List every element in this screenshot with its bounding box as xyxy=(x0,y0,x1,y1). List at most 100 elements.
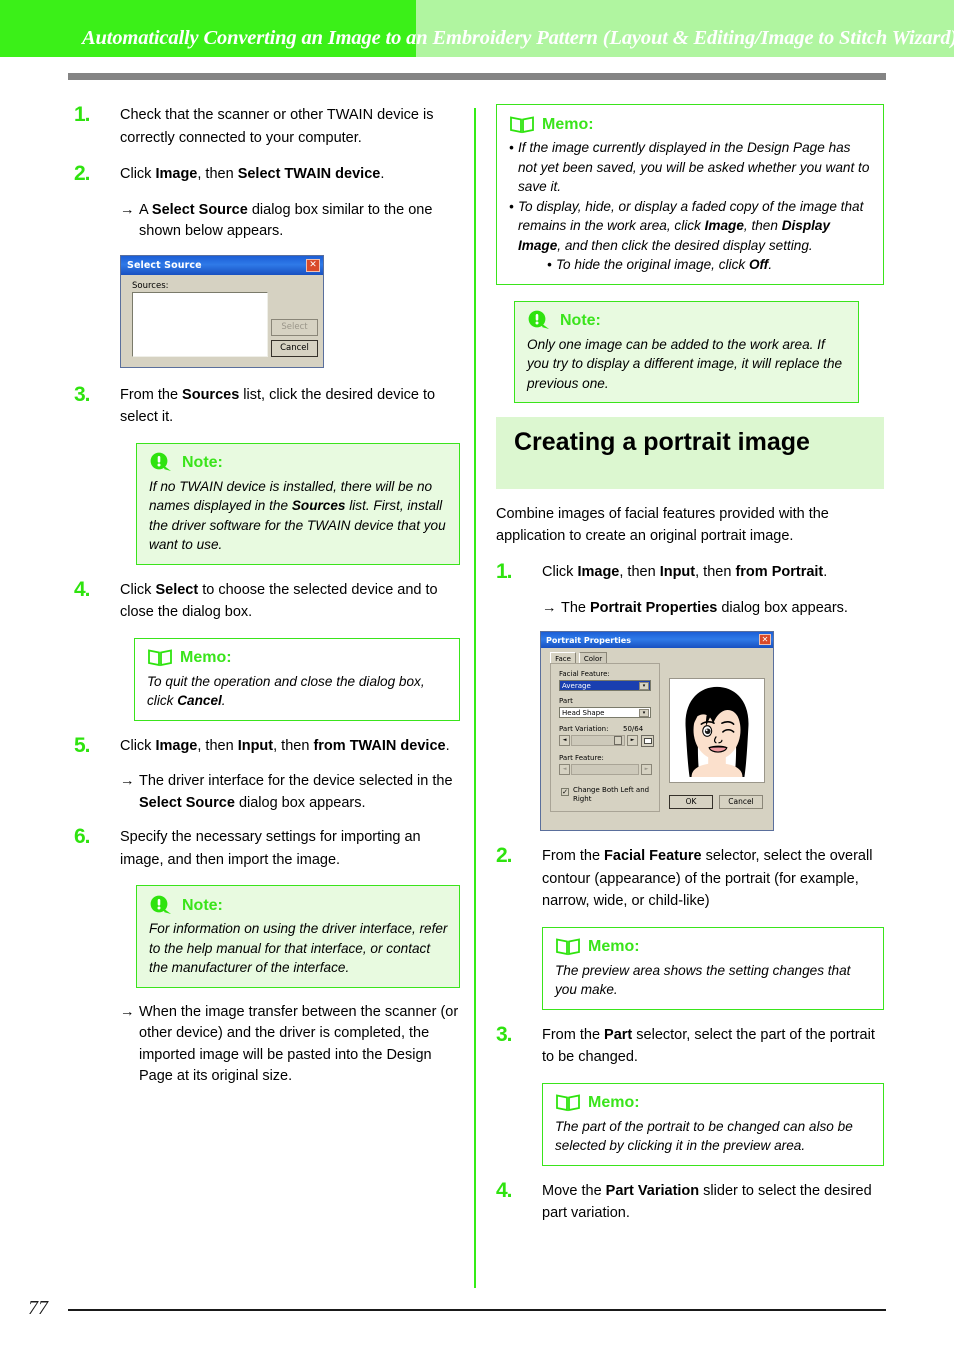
part-feature-right-arrow-icon[interactable]: ► xyxy=(641,764,652,775)
memo-callout-display-image: Memo: • If the image currently displayed… xyxy=(496,104,884,285)
memo-book-icon xyxy=(556,938,580,956)
memo-label: Memo: xyxy=(588,1094,640,1111)
memo-callout-cancel: Memo: To quit the operation and close th… xyxy=(134,637,460,721)
step-2: 2. Click Image, then Select TWAIN device… xyxy=(74,163,460,186)
portrait-step-2-text: From the Facial Feature selector, select… xyxy=(542,848,873,909)
step-2-number: 2. xyxy=(74,162,91,185)
note-label: Note: xyxy=(182,896,223,914)
facial-feature-label: Facial Feature: xyxy=(559,670,610,678)
slider-left-arrow-icon[interactable]: ◄ xyxy=(559,735,570,746)
step-2-text: Click Image, then Select TWAIN device. xyxy=(120,166,385,182)
portrait-titlebar: Portrait Properties xyxy=(541,632,773,648)
slider-track[interactable] xyxy=(571,735,625,746)
note-callout-driver: Note: For information on using the drive… xyxy=(136,885,460,988)
change-both-checkbox-label: Change Both Left and Right xyxy=(573,786,650,803)
part-variation-value: 50/64 xyxy=(623,725,644,733)
step-1: 1. Check that the scanner or other TWAIN… xyxy=(74,104,460,149)
cancel-button[interactable]: Cancel xyxy=(271,339,318,357)
portrait-step-3-text: From the Part selector, select the part … xyxy=(542,1026,875,1066)
part-feature-track xyxy=(571,764,639,775)
arrow-icon: → xyxy=(120,201,135,218)
memo-header: Memo: xyxy=(555,1092,873,1114)
portrait-face-panel: Facial Feature: Average ▾ Part Head Shap… xyxy=(550,663,660,812)
memo-bullet-1-text: If the image currently displayed in the … xyxy=(518,140,870,194)
step-6: 6. Specify the necessary settings for im… xyxy=(74,826,460,871)
memo-book-icon xyxy=(556,1094,580,1112)
slider-thumb[interactable] xyxy=(614,736,622,745)
part-value: Head Shape xyxy=(562,709,605,717)
section-heading-block: Creating a portrait image xyxy=(496,417,884,489)
part-feature-slider[interactable]: ◄ ► xyxy=(559,764,653,775)
portrait-step-1: 1. Click Image, then Input, then from Po… xyxy=(496,561,884,584)
step-1-number: 1. xyxy=(74,103,91,126)
section-heading: Creating a portrait image xyxy=(514,428,810,456)
left-column: 1. Check that the scanner or other TWAIN… xyxy=(74,104,460,1100)
memo-book-icon xyxy=(148,649,172,667)
part-select[interactable]: Head Shape ▾ xyxy=(559,707,651,718)
bullet-icon: • xyxy=(547,257,552,272)
portrait-preview-area[interactable] xyxy=(669,678,765,783)
memo-book-icon xyxy=(510,115,534,133)
page-number: 77 xyxy=(28,1297,48,1319)
portrait-step-1-result: → The Portrait Properties dialog box app… xyxy=(542,598,884,620)
part-variation-label: Part Variation: xyxy=(559,725,609,733)
sources-label: Sources: xyxy=(132,280,169,291)
sources-listbox[interactable] xyxy=(132,291,268,357)
portrait-step-2-number: 2. xyxy=(496,844,513,867)
chevron-down-icon[interactable]: ▾ xyxy=(639,709,649,717)
memo-body: The part of the portrait to be changed c… xyxy=(555,1118,853,1154)
note-bubble-icon xyxy=(150,452,171,471)
portrait-properties-dialog: Portrait Properties ✕ Face Color Facial … xyxy=(540,631,774,831)
step-1-text: Check that the scanner or other TWAIN de… xyxy=(120,107,434,146)
step-4: 4. Click Select to choose the selected d… xyxy=(74,578,460,624)
step-5-result-text: The driver interface for the device sele… xyxy=(139,773,453,811)
bullet-icon: • xyxy=(509,140,514,155)
step-5: 5. Click Image, then Input, then from TW… xyxy=(74,734,460,758)
note-header: Note: xyxy=(527,310,848,332)
section-intro: Combine images of facial features provid… xyxy=(496,506,829,544)
footer-rule xyxy=(68,1309,886,1311)
slider-right-arrow-icon[interactable]: ► xyxy=(627,735,638,746)
portrait-step-3: 3. From the Part selector, select the pa… xyxy=(496,1023,884,1069)
step-6-number: 6. xyxy=(74,825,91,848)
part-feature-left-arrow-icon[interactable]: ◄ xyxy=(559,764,570,775)
change-both-checkbox[interactable]: ✓ xyxy=(561,788,569,796)
portrait-step-2: 2. From the Facial Feature selector, sel… xyxy=(496,845,884,913)
step-5-result: → The driver interface for the device se… xyxy=(120,771,460,814)
chevron-down-icon[interactable]: ▾ xyxy=(639,682,649,690)
facial-feature-select[interactable]: Average ▾ xyxy=(559,680,651,691)
close-icon[interactable]: ✕ xyxy=(306,258,320,272)
memo-label: Memo: xyxy=(542,115,594,133)
step-3-number: 3. xyxy=(74,382,91,406)
step-3: 3. From the Sources list, click the desi… xyxy=(74,382,460,429)
note-bubble-icon xyxy=(528,310,549,329)
memo-body: To quit the operation and close the dial… xyxy=(147,673,425,709)
select-button[interactable]: Select xyxy=(271,318,318,336)
step-2-result: → A Select Source dialog box similar to … xyxy=(120,200,460,243)
note-body: Only one image can be added to the work … xyxy=(527,336,843,391)
variation-grid-icon[interactable] xyxy=(641,735,654,747)
facial-feature-value: Average xyxy=(562,682,591,690)
step-4-text: Click Select to choose the selected devi… xyxy=(120,581,438,621)
part-feature-label: Part Feature: xyxy=(559,754,604,762)
bullet-icon: • xyxy=(509,198,514,214)
memo-sub-bullet-text: To hide the original image, click Off. xyxy=(556,257,773,272)
portrait-step-4-text: Move the Part Variation slider to select… xyxy=(542,1182,872,1222)
column-divider xyxy=(474,108,476,1288)
ok-button[interactable]: OK xyxy=(669,795,713,809)
right-column: Memo: • If the image currently displayed… xyxy=(496,104,884,1239)
cancel-button[interactable]: Cancel xyxy=(719,795,763,809)
header-divider-rule xyxy=(68,73,886,80)
part-label: Part xyxy=(559,697,573,705)
memo-label: Memo: xyxy=(588,938,640,955)
memo-bullet-2-text: To display, hide, or display a faded cop… xyxy=(518,198,864,253)
arrow-icon: → xyxy=(542,599,557,616)
portrait-preview-face xyxy=(685,686,749,778)
close-icon[interactable]: ✕ xyxy=(759,634,771,645)
memo-bullet-1: • If the image currently displayed in th… xyxy=(509,138,873,197)
select-source-dialog: Select Source ✕ Sources: Select Cancel xyxy=(120,254,324,368)
memo-header: Memo: xyxy=(147,647,449,669)
arrow-icon: → xyxy=(120,773,135,789)
portrait-step-4: 4. Move the Part Variation slider to sel… xyxy=(496,1179,884,1225)
part-variation-slider[interactable]: ◄ ► xyxy=(559,735,654,747)
